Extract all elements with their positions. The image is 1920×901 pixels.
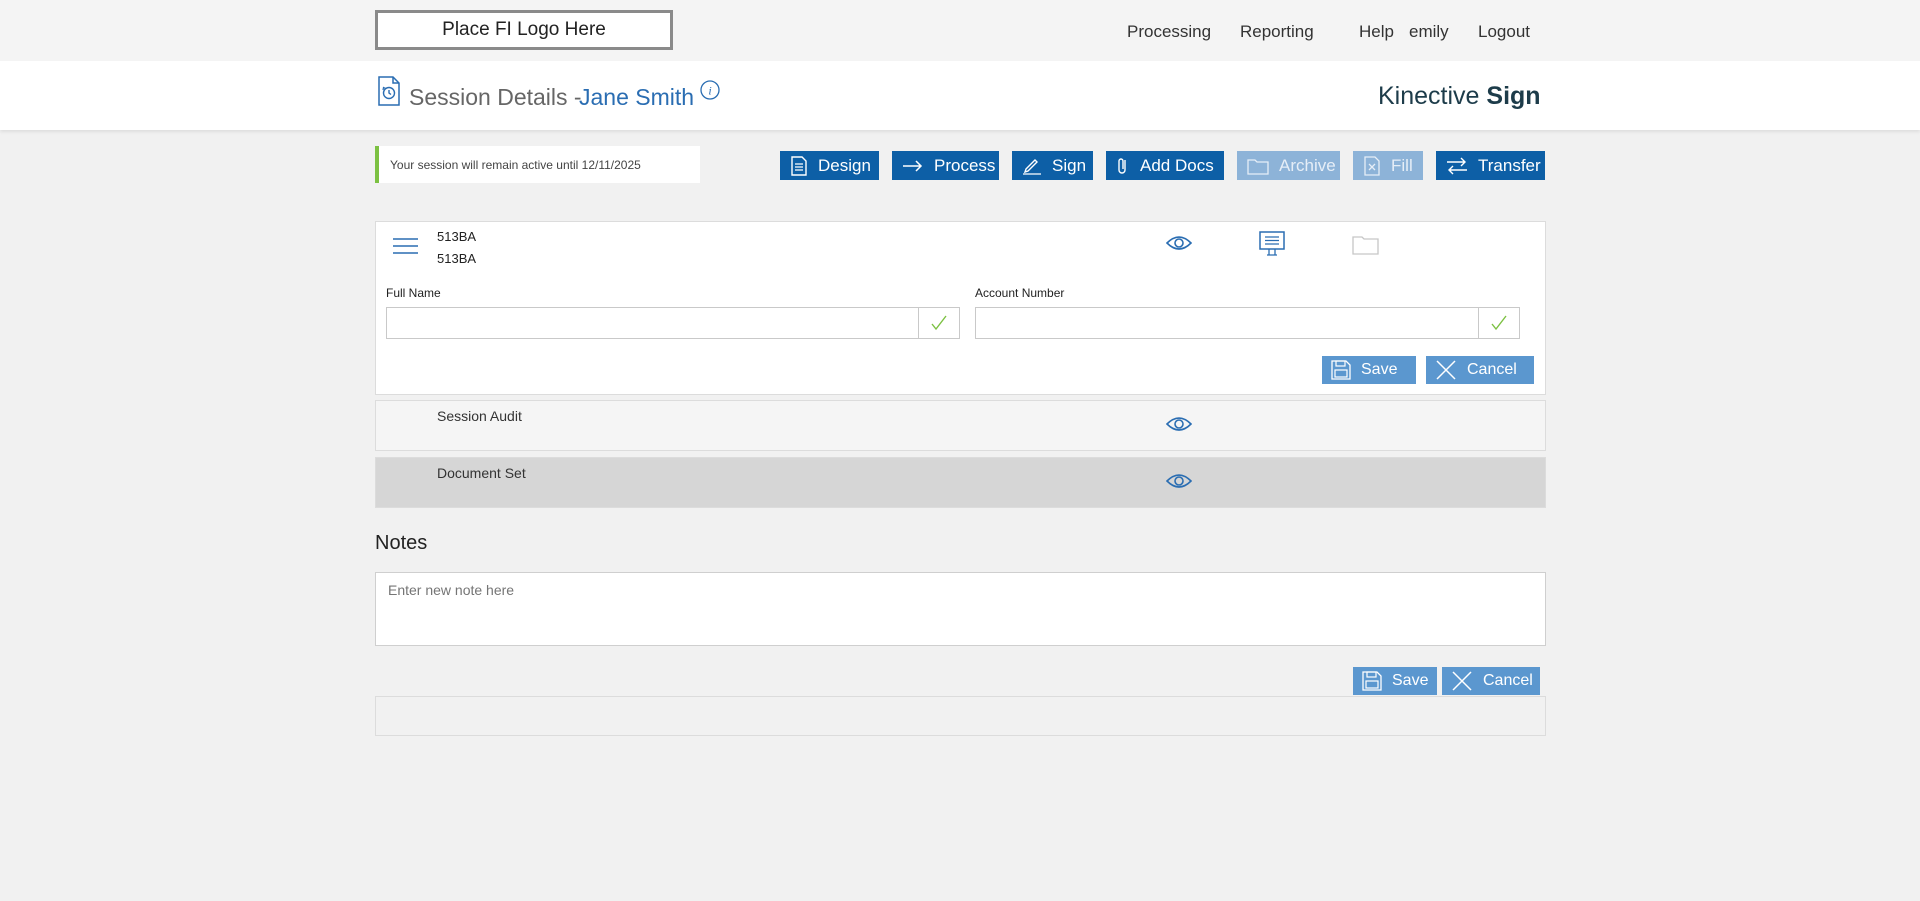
- notes-title: Notes: [375, 532, 428, 554]
- logo-text: Place FI Logo Here: [442, 19, 606, 40]
- transfer-label: Transfer: [1478, 155, 1541, 175]
- full-name-input[interactable]: [386, 307, 919, 339]
- fill-button[interactable]: Fill: [1353, 151, 1423, 180]
- process-label: Process: [934, 155, 996, 175]
- arrow-right-icon: [903, 159, 923, 172]
- account-number-label: Account Number: [975, 286, 1065, 300]
- folder-icon: [1352, 234, 1379, 260]
- document-set-label: Document Set: [437, 465, 526, 481]
- info-icon[interactable]: i: [700, 80, 720, 105]
- sign-button[interactable]: Sign: [1012, 151, 1093, 180]
- paperclip-icon: [1118, 157, 1126, 174]
- check-icon: [1491, 315, 1507, 331]
- notice-text: Your session will remain active until 12…: [390, 157, 641, 172]
- fill-form-icon: [1364, 155, 1380, 176]
- notes-save-label: Save: [1392, 672, 1429, 689]
- add-docs-button[interactable]: Add Docs: [1106, 151, 1224, 180]
- page-title: Session Details -: [409, 84, 582, 110]
- close-icon: [1436, 360, 1456, 380]
- header-band: [0, 61, 1920, 130]
- notes-list: [375, 696, 1546, 736]
- account-number-input[interactable]: [975, 307, 1479, 339]
- pen-icon: [1023, 158, 1041, 175]
- nav-processing[interactable]: Processing: [1127, 22, 1211, 42]
- document-code-line2: 513BA: [437, 251, 477, 266]
- design-icon: [791, 155, 807, 176]
- brand-light: Kinective: [1378, 82, 1480, 110]
- process-button[interactable]: Process: [892, 151, 999, 180]
- full-name-label: Full Name: [386, 286, 441, 300]
- archive-button[interactable]: Archive: [1237, 151, 1340, 180]
- view-eye-icon[interactable]: [1165, 415, 1193, 438]
- notes-cancel-label: Cancel: [1483, 672, 1533, 689]
- document-set-row[interactable]: [375, 457, 1546, 508]
- document-cancel-label: Cancel: [1467, 361, 1517, 378]
- notes-input[interactable]: [375, 572, 1546, 646]
- full-name-confirm[interactable]: [918, 307, 960, 339]
- nav-reporting[interactable]: Reporting: [1240, 22, 1314, 42]
- session-audit-row[interactable]: [375, 400, 1546, 451]
- sign-label: Sign: [1052, 155, 1087, 175]
- notes-cancel-button[interactable]: Cancel: [1442, 667, 1540, 695]
- view-eye-icon[interactable]: [1165, 472, 1193, 495]
- save-disk-icon: [1331, 360, 1351, 380]
- document-save-label: Save: [1361, 361, 1398, 378]
- account-number-confirm[interactable]: [1478, 307, 1520, 339]
- brand-logo: Kinective Sign: [1378, 82, 1541, 111]
- hamburger-menu-icon[interactable]: [392, 236, 419, 261]
- check-icon: [931, 315, 947, 331]
- transfer-button[interactable]: Transfer: [1436, 151, 1545, 180]
- session-active-notice: Your session will remain active until 12…: [375, 146, 700, 183]
- nav-user[interactable]: emily: [1409, 22, 1449, 42]
- add-docs-label: Add Docs: [1140, 155, 1214, 175]
- document-save-button[interactable]: Save: [1322, 356, 1416, 384]
- top-bar: [0, 0, 1920, 61]
- design-button[interactable]: Design: [780, 151, 879, 180]
- fill-label: Fill: [1391, 155, 1413, 175]
- customer-name: Jane Smith: [579, 84, 695, 110]
- save-disk-icon: [1362, 671, 1382, 691]
- brand-bold: Sign: [1486, 82, 1541, 110]
- view-eye-icon[interactable]: [1165, 234, 1193, 257]
- folder-icon: [1247, 158, 1269, 175]
- archive-label: Archive: [1279, 155, 1336, 175]
- session-audit-label: Session Audit: [437, 408, 522, 424]
- fi-logo-placeholder: Place FI Logo Here: [375, 10, 673, 50]
- close-icon: [1452, 671, 1472, 691]
- document-code-line1: 513BA: [437, 229, 477, 244]
- monitor-icon[interactable]: [1259, 231, 1285, 262]
- nav-logout[interactable]: Logout: [1478, 22, 1530, 42]
- document-cancel-button[interactable]: Cancel: [1426, 356, 1534, 384]
- svg-text:i: i: [708, 84, 711, 98]
- design-label: Design: [818, 155, 871, 175]
- nav-help[interactable]: Help: [1359, 22, 1394, 42]
- transfer-icon: [1447, 157, 1467, 174]
- notes-save-button[interactable]: Save: [1353, 667, 1437, 695]
- session-history-icon: [377, 76, 401, 111]
